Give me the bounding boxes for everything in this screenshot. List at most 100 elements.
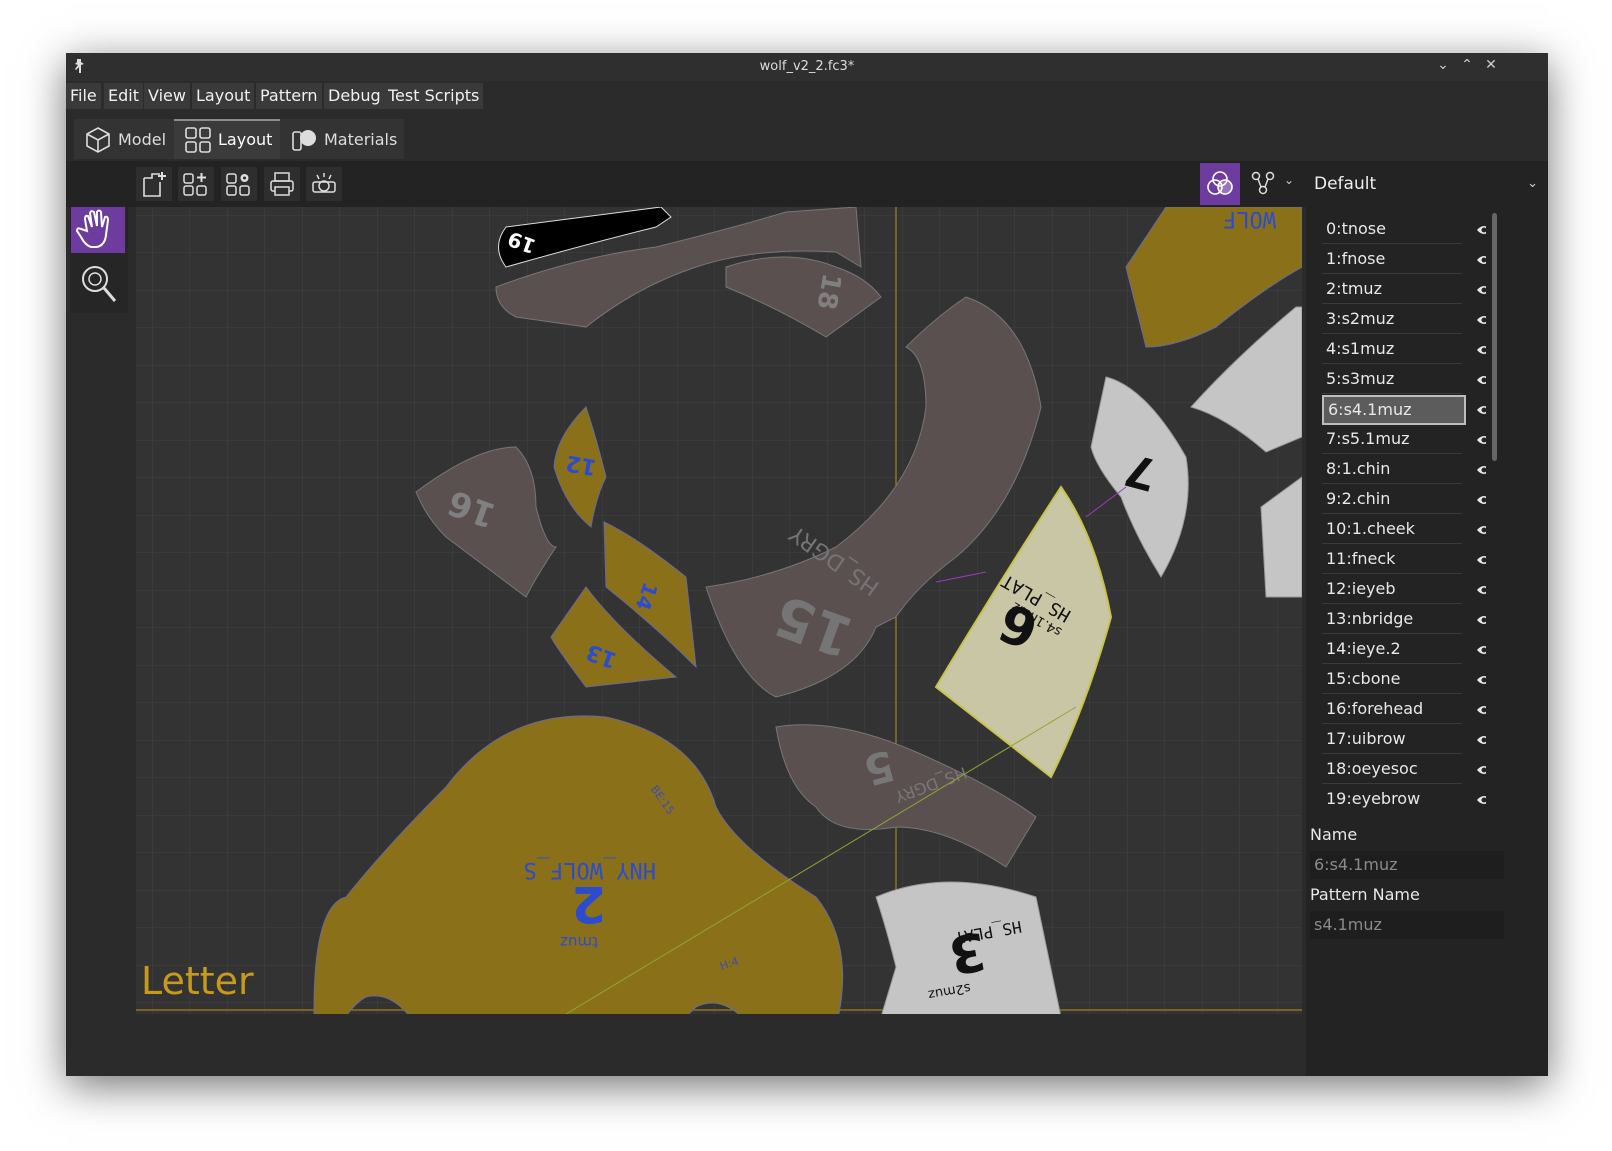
view-mode-value: Default (1314, 174, 1377, 194)
pattern-name-label: Pattern Name (1310, 885, 1420, 904)
menu-test-scripts[interactable]: Test Scripts (384, 83, 484, 109)
materials-view-button[interactable] (1200, 163, 1240, 205)
piece-2-material: HNY_WOLF_S (524, 857, 656, 882)
projector-icon (312, 173, 336, 193)
right-panel: Default ⌄ 0:tnose 1:fnose 2:tmuz 3:s2muz 4:s… (1306, 161, 1548, 1076)
list-item[interactable]: 17:uibrow (1322, 725, 1462, 754)
piece-wolf-material: WOLF (1223, 207, 1276, 231)
status-bar (66, 1014, 1306, 1076)
eye-icon[interactable] (1476, 674, 1486, 686)
piece-2-name: tmuz (560, 933, 598, 951)
add-sheet-button[interactable] (136, 167, 172, 201)
node-view-button[interactable]: ⌄ (1246, 167, 1302, 201)
eye-icon[interactable] (1476, 734, 1486, 746)
menu-layout[interactable]: Layout (192, 83, 255, 109)
minimize-icon[interactable]: ⌄ (1434, 57, 1452, 73)
piece-list-scrollbar[interactable] (1492, 213, 1497, 461)
layout-canvas[interactable]: 2 HNY_WOLF_S tmuz BE:15 H:4 3 HS_PLAT s2… (136, 207, 1302, 1014)
chevron-down-icon: ⌄ (1284, 173, 1295, 187)
tab-model[interactable]: Model (74, 119, 174, 159)
list-item[interactable]: 9:2.chin (1322, 485, 1462, 514)
list-item[interactable]: 6:s4.1muz (1322, 395, 1466, 425)
eye-icon[interactable] (1476, 404, 1486, 416)
menu-edit[interactable]: Edit (104, 83, 143, 109)
eye-icon[interactable] (1476, 584, 1486, 596)
layout-settings-button[interactable] (221, 167, 257, 201)
list-item[interactable]: 1:fnose (1322, 245, 1462, 274)
list-item[interactable]: 4:s1muz (1322, 335, 1462, 364)
piece-18-number: 18 (810, 271, 846, 312)
menu-view[interactable]: View (144, 83, 190, 109)
list-item[interactable]: 2:tmuz (1322, 275, 1462, 304)
eye-icon[interactable] (1476, 464, 1486, 476)
list-item[interactable]: 10:1.cheek (1322, 515, 1462, 544)
eye-icon[interactable] (1476, 284, 1486, 296)
tab-layout-label: Layout (218, 130, 273, 149)
projector-button[interactable] (306, 167, 342, 201)
eye-icon[interactable] (1476, 494, 1486, 506)
color-overlap-icon (1207, 171, 1233, 195)
list-item[interactable]: 14:ieye.2 (1322, 635, 1462, 664)
eye-icon[interactable] (1476, 794, 1486, 806)
eye-icon[interactable] (1476, 704, 1486, 716)
tab-layout[interactable]: Layout (174, 119, 280, 159)
layout-settings-icon (226, 173, 250, 196)
piece-12-number: 12 (564, 449, 599, 479)
zoom-icon (82, 266, 117, 302)
eye-icon[interactable] (1476, 254, 1486, 266)
menu-bar: File Edit View Layout Pattern Debug Test… (66, 81, 1548, 111)
piece-list[interactable]: 0:tnose 1:fnose 2:tmuz 3:s2muz 4:s1muz 5:s3mu… (1316, 211, 1486, 811)
tab-model-label: Model (118, 130, 167, 149)
list-item[interactable]: 7:s5.1muz (1322, 425, 1462, 454)
pattern-name-field[interactable]: s4.1muz (1310, 911, 1504, 939)
list-item[interactable]: 11:fneck (1322, 545, 1462, 574)
layout-drawing[interactable]: 2 HNY_WOLF_S tmuz BE:15 H:4 3 HS_PLAT s2… (136, 207, 1302, 1014)
list-item[interactable]: 18:oeyesoc (1322, 755, 1462, 784)
cube-icon (86, 127, 110, 153)
list-item[interactable]: 15:cbone (1322, 665, 1462, 694)
eye-icon[interactable] (1476, 434, 1486, 446)
eye-icon[interactable] (1476, 224, 1486, 236)
eye-icon[interactable] (1476, 644, 1486, 656)
add-sheet-icon (143, 172, 166, 197)
print-button[interactable] (264, 167, 300, 201)
pan-tool-button[interactable] (71, 207, 125, 253)
list-item[interactable]: 5:s3muz (1322, 365, 1462, 394)
window-title: wolf_v2_2.fc3* (759, 59, 855, 74)
sheet-label: Letter (141, 959, 254, 1003)
eye-icon[interactable] (1476, 374, 1486, 386)
materials-icon (292, 130, 316, 151)
list-item[interactable]: 16:forehead (1322, 695, 1462, 724)
menu-file[interactable]: File (66, 83, 101, 109)
chevron-down-icon: ⌄ (1527, 176, 1538, 191)
eye-icon[interactable] (1476, 344, 1486, 356)
app-window: wolf_v2_2.fc3* ⌄ ⌃ ✕ File Edit View Layo… (66, 53, 1548, 1076)
name-field[interactable]: 6:s4.1muz (1310, 851, 1504, 879)
maximize-icon[interactable]: ⌃ (1458, 57, 1476, 73)
eye-icon[interactable] (1476, 524, 1486, 536)
list-item[interactable]: 12:ieyeb (1322, 575, 1462, 604)
print-icon (270, 172, 294, 196)
eye-icon[interactable] (1476, 314, 1486, 326)
list-item[interactable]: 0:tnose (1322, 215, 1462, 244)
view-mode-dropdown[interactable]: Default ⌄ (1314, 161, 1544, 207)
menu-debug[interactable]: Debug (324, 83, 385, 109)
tab-materials[interactable]: Materials (280, 119, 404, 159)
eye-icon[interactable] (1476, 554, 1486, 566)
piece-2-number: 2 (571, 875, 606, 933)
close-icon[interactable]: ✕ (1482, 57, 1500, 73)
eye-icon[interactable] (1476, 764, 1486, 776)
list-item[interactable]: 8:1.chin (1322, 455, 1462, 484)
list-item[interactable]: 3:s2muz (1322, 305, 1462, 334)
zoom-tool-button[interactable] (71, 259, 125, 307)
grid-icon (185, 127, 211, 153)
tab-materials-label: Materials (324, 130, 398, 149)
canvas-tools (70, 207, 128, 313)
hand-icon (75, 209, 110, 248)
eye-icon[interactable] (1476, 614, 1486, 626)
list-item[interactable]: 13:nbridge (1322, 605, 1462, 634)
add-layout-button[interactable] (178, 167, 214, 201)
nodes-icon (1251, 171, 1275, 195)
menu-pattern[interactable]: Pattern (256, 83, 322, 109)
list-item[interactable]: 19:eyebrow (1322, 785, 1462, 811)
